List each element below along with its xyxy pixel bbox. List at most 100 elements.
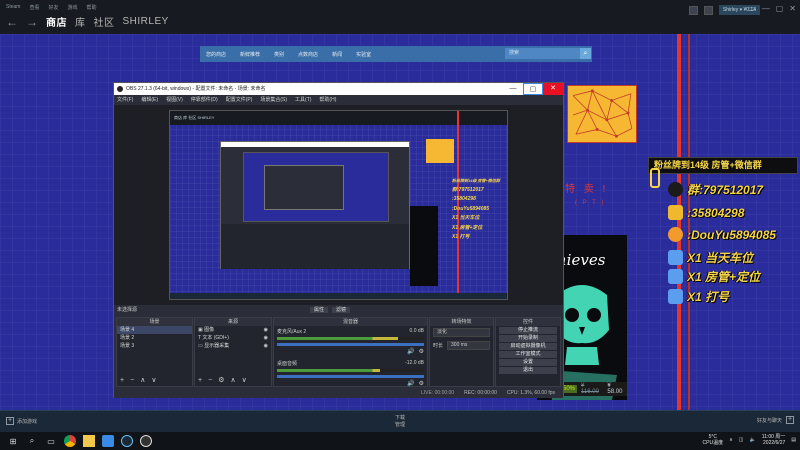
obs-menu-docks[interactable]: 停靠部件(D) bbox=[191, 95, 218, 105]
tab-community[interactable]: 社区 bbox=[94, 14, 115, 29]
inner-overlay-row: :35804298 bbox=[452, 196, 476, 202]
final-price: ¥ 58.00 bbox=[607, 383, 623, 395]
eye-icon[interactable]: ◉ bbox=[264, 326, 268, 334]
back-arrow-icon[interactable]: ← bbox=[6, 15, 18, 29]
source-settings-icon[interactable]: ⚙ bbox=[218, 376, 224, 386]
weather-widget[interactable]: 5°C CPU温度 bbox=[703, 434, 724, 446]
maximize-button[interactable]: ▢ bbox=[776, 4, 784, 13]
obs-menu-tools[interactable]: 工具(T) bbox=[295, 95, 311, 105]
eye-icon[interactable]: ◉ bbox=[264, 334, 268, 342]
menu-games[interactable]: 游戏 bbox=[67, 4, 77, 11]
obs-menu-help[interactable]: 帮助(H) bbox=[319, 95, 336, 105]
store-nav-new[interactable]: 新鲜推荐 bbox=[240, 51, 260, 58]
store-nav-labs[interactable]: 实验室 bbox=[356, 51, 371, 58]
source-item[interactable]: ▭ 显示器采集 ◉ bbox=[195, 342, 271, 350]
tab-library[interactable]: 库 bbox=[75, 14, 86, 29]
obs-window: OBS 27.1.3 (64-bit, windows) - 配置文件: 未命名… bbox=[113, 82, 564, 398]
studio-mode-button[interactable]: 工作室模式 bbox=[499, 351, 557, 358]
speaker-icon[interactable]: 🔊 bbox=[407, 380, 414, 387]
menu-friends[interactable]: 好友 bbox=[48, 4, 58, 11]
store-nav-news[interactable]: 新闻 bbox=[332, 51, 342, 58]
obs-maximize-button[interactable]: ▢ bbox=[523, 83, 543, 95]
network-icon[interactable]: ◫ bbox=[739, 437, 744, 443]
steam-icon[interactable] bbox=[121, 435, 133, 447]
inner-overlay-row: X1 当天车位 bbox=[452, 215, 480, 221]
overlay-row-bilibili: :35804298 bbox=[668, 205, 744, 220]
filters-button[interactable]: 滤镜 bbox=[332, 307, 351, 313]
move-down-icon[interactable]: ∨ bbox=[151, 376, 156, 386]
price-block[interactable]: -50% ¥ 116.00 ¥ 58.00 bbox=[557, 382, 627, 396]
volume-slider[interactable] bbox=[277, 343, 424, 346]
steam-menu: Steam 查看 好友 游戏 帮助 bbox=[6, 4, 97, 11]
start-recording-button[interactable]: 开始录制 bbox=[499, 335, 557, 342]
gear-icon[interactable]: ⚙ bbox=[419, 380, 424, 387]
properties-button[interactable]: 属性 bbox=[310, 307, 329, 313]
obs-close-button[interactable]: ✕ bbox=[543, 83, 563, 95]
virtual-camera-button[interactable]: 启动虚拟摄像机 bbox=[499, 343, 557, 350]
menu-steam[interactable]: Steam bbox=[6, 4, 20, 11]
move-down-icon[interactable]: ∨ bbox=[242, 376, 247, 386]
menu-help[interactable]: 帮助 bbox=[87, 4, 97, 11]
speaker-icon[interactable]: 🔊 bbox=[407, 348, 414, 355]
volume-icon[interactable]: 🔈 bbox=[750, 437, 756, 443]
eye-icon[interactable]: ◉ bbox=[264, 342, 268, 350]
folder-icon[interactable] bbox=[83, 435, 95, 447]
add-scene-button[interactable]: + bbox=[120, 376, 124, 386]
obs-minimize-button[interactable]: — bbox=[503, 83, 523, 95]
downloads-button[interactable]: 下载 管理 bbox=[380, 414, 420, 428]
store-nav-your-store[interactable]: 您的商店 bbox=[206, 51, 226, 58]
obs-icon[interactable] bbox=[140, 435, 152, 447]
transition-select[interactable]: 淡化 bbox=[433, 328, 490, 337]
inner-overlay: 粉丝牌到14级 房管+微信群 群:797512017 :35804298 :Do… bbox=[452, 176, 507, 243]
source-item[interactable]: T 文本 (GDI+) ◉ bbox=[195, 334, 271, 342]
tab-store[interactable]: 商店 bbox=[46, 14, 67, 29]
forward-arrow-icon[interactable]: → bbox=[26, 15, 38, 29]
obs-menu-file[interactable]: 文件(F) bbox=[117, 95, 133, 105]
obs-menu-profile[interactable]: 配置文件(P) bbox=[226, 95, 253, 105]
steam-window-controls: ▭ — ▢ ✕ bbox=[748, 4, 796, 13]
close-button[interactable]: ✕ bbox=[789, 4, 796, 13]
move-up-icon[interactable]: ∧ bbox=[140, 376, 145, 386]
windows-start-icon[interactable]: ⊞ bbox=[7, 435, 19, 447]
duration-input[interactable]: 300 ms bbox=[447, 341, 490, 350]
source-item[interactable]: ▣ 图像 ◉ bbox=[195, 326, 271, 334]
bigpicture-icon[interactable]: ▭ bbox=[748, 4, 756, 13]
menu-view[interactable]: 查看 bbox=[29, 4, 39, 11]
notification-icon[interactable] bbox=[703, 5, 713, 15]
tab-profile[interactable]: SHIRLEY bbox=[123, 16, 169, 27]
scene-item[interactable]: 场景 4 bbox=[117, 326, 192, 334]
app-icon[interactable] bbox=[102, 435, 114, 447]
gear-icon[interactable]: ⚙ bbox=[419, 348, 424, 355]
search-icon[interactable]: ⌕ bbox=[26, 435, 38, 447]
obs-preview[interactable]: 商店 库 社区 SHIRLEY 粉丝牌到14级 房管+微信群 群:7975120… bbox=[114, 105, 563, 305]
obs-menu-scenecollection[interactable]: 场景集合(S) bbox=[260, 95, 287, 105]
chevron-up-icon[interactable]: ∧ bbox=[729, 437, 733, 443]
clock[interactable]: 11:00 周一 2022/6/27 bbox=[762, 434, 786, 446]
notification-icon[interactable]: ▤ bbox=[791, 437, 796, 443]
obs-menu-view[interactable]: 视图(V) bbox=[166, 95, 183, 105]
remove-scene-button[interactable]: − bbox=[130, 376, 134, 386]
decor-red-line-2 bbox=[688, 34, 690, 410]
minimize-button[interactable]: — bbox=[762, 4, 770, 13]
chrome-icon[interactable] bbox=[64, 435, 76, 447]
scene-item[interactable]: 场景 2 bbox=[117, 334, 192, 342]
store-search-input[interactable]: 搜索 bbox=[505, 48, 581, 59]
settings-button[interactable]: 设置 bbox=[499, 359, 557, 366]
overlay-row-qq: 群:797512017 bbox=[668, 181, 763, 198]
obs-menu-edit[interactable]: 编辑(E) bbox=[141, 95, 158, 105]
task-view-icon[interactable]: ▭ bbox=[45, 435, 57, 447]
store-nav-categories[interactable]: 类别 bbox=[274, 51, 284, 58]
broadcast-icon[interactable] bbox=[688, 5, 698, 15]
friends-chat-button[interactable]: 好友与聊天 + bbox=[757, 416, 794, 424]
exit-button[interactable]: 退出 bbox=[499, 367, 557, 374]
volume-slider[interactable] bbox=[277, 375, 424, 378]
move-up-icon[interactable]: ∧ bbox=[230, 376, 235, 386]
add-source-button[interactable]: + bbox=[198, 376, 202, 386]
add-game-button[interactable]: + 添加游戏 bbox=[6, 417, 37, 425]
promo-title: 特 卖 ! bbox=[565, 184, 609, 195]
scene-item[interactable]: 场景 3 bbox=[117, 342, 192, 350]
store-nav-points[interactable]: 点数商店 bbox=[298, 51, 318, 58]
search-icon[interactable]: ⌕ bbox=[580, 48, 591, 59]
stop-streaming-button[interactable]: 停止推流 bbox=[499, 327, 557, 334]
remove-source-button[interactable]: − bbox=[208, 376, 212, 386]
